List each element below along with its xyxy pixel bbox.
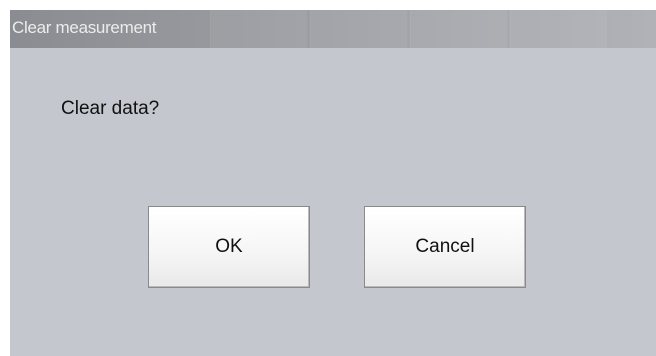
cancel-button-label: Cancel	[415, 236, 475, 257]
ok-button[interactable]: OK	[148, 206, 310, 288]
titlebar-decoration	[210, 10, 307, 48]
titlebar-decoration	[410, 10, 507, 48]
dialog-message: Clear data?	[61, 98, 160, 119]
titlebar-decoration	[510, 10, 607, 48]
cancel-button[interactable]: Cancel	[364, 206, 526, 288]
dialog-titlebar[interactable]: Clear measurement	[10, 10, 656, 48]
titlebar-decoration	[310, 10, 407, 48]
dialog-title: Clear measurement	[12, 18, 157, 37]
ok-button-label: OK	[215, 236, 243, 257]
clear-measurement-dialog: Clear measurement Clear data? OK Cancel	[10, 10, 656, 356]
